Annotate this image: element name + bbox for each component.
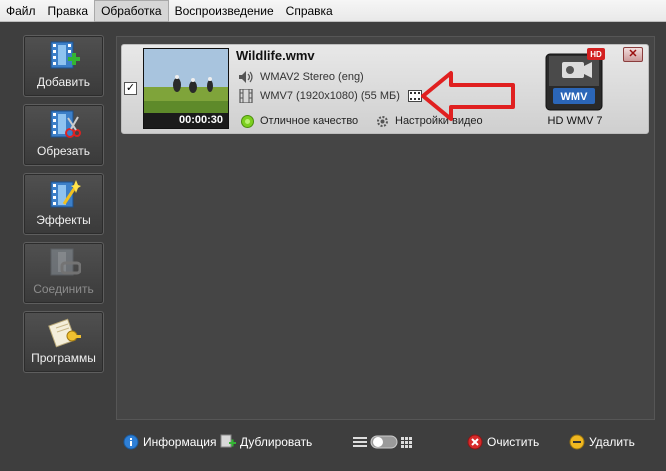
- info-button[interactable]: Информация: [123, 432, 216, 452]
- cut-button-label: Обрезать: [37, 144, 90, 158]
- menu-help[interactable]: Справка: [280, 0, 339, 22]
- info-label: Информация: [143, 435, 217, 449]
- add-button-label: Добавить: [36, 75, 91, 89]
- film-icon: [239, 89, 253, 103]
- duplicate-label: Дублировать: [240, 435, 313, 449]
- join-film-icon: [50, 248, 81, 276]
- effects-button-label: Эффекты: [36, 213, 91, 227]
- join-button-label: Соединить: [33, 282, 94, 296]
- info-icon: [123, 434, 139, 450]
- cut-button[interactable]: Обрезать: [23, 104, 104, 166]
- effects-button[interactable]: Эффекты: [23, 173, 104, 235]
- quality-indicator-icon: [241, 114, 254, 128]
- annotation-arrow: [421, 71, 515, 121]
- remove-file-close-button[interactable]: ✕: [623, 47, 643, 62]
- clear-button[interactable]: Очистить: [467, 432, 539, 452]
- file-select-checkbox[interactable]: ✓: [124, 82, 137, 95]
- grid-view-icon: [401, 437, 412, 448]
- bottom-toolbar: Информация Дублировать Очистить Удалить: [116, 430, 655, 454]
- output-format-label: HD WMV 7: [547, 115, 603, 127]
- duplicate-button[interactable]: Дублировать: [220, 432, 312, 452]
- programs-button[interactable]: Программы: [23, 311, 104, 373]
- hd-badge: HD: [590, 50, 602, 59]
- delete-label: Удалить: [589, 435, 635, 449]
- programs-icon: [48, 318, 81, 348]
- gear-icon: [377, 115, 388, 127]
- file-name: Wildlife.wmv: [236, 48, 315, 63]
- menu-file[interactable]: Файл: [0, 0, 42, 22]
- delete-icon: [569, 434, 585, 450]
- video-thumbnail[interactable]: 00:00:30: [143, 48, 229, 129]
- audio-track-text: WMAV2 Stereo (eng): [260, 71, 364, 83]
- format-wmv-icon[interactable]: WMV HD: [545, 48, 606, 112]
- clear-label: Очистить: [487, 435, 540, 449]
- video-track-text: WMV7 (1920x1080) (55 МБ): [260, 90, 400, 102]
- add-film-icon: [50, 41, 80, 69]
- menu-playback[interactable]: Воспроизведение: [169, 0, 280, 22]
- quality-label: Отличное качество: [260, 115, 359, 127]
- duplicate-icon: [220, 434, 236, 448]
- menu-processing[interactable]: Обработка: [94, 0, 169, 22]
- effects-film-icon: [50, 180, 81, 208]
- join-button[interactable]: Соединить: [23, 242, 104, 304]
- cut-film-icon: [50, 110, 81, 138]
- clear-icon: [467, 434, 483, 450]
- format-icon-text: WMV: [561, 91, 589, 103]
- delete-button[interactable]: Удалить: [569, 432, 635, 452]
- audio-info: WMAV2 Stereo (eng): [238, 69, 364, 85]
- view-mode-toggle[interactable]: [353, 434, 415, 450]
- list-view-icon: [353, 437, 367, 447]
- add-button[interactable]: Добавить: [23, 35, 104, 97]
- menu-edit[interactable]: Правка: [42, 0, 95, 22]
- video-settings-dots-icon[interactable]: [407, 90, 422, 102]
- menu-bar: Файл Правка Обработка Воспроизведение Сп…: [0, 0, 666, 22]
- programs-button-label: Программы: [31, 351, 96, 365]
- speaker-icon: [239, 71, 253, 83]
- duration-label: 00:00:30: [144, 113, 228, 128]
- quality-option[interactable]: Отличное качество: [240, 113, 358, 129]
- video-info: WMV7 (1920x1080) (55 МБ): [238, 88, 422, 104]
